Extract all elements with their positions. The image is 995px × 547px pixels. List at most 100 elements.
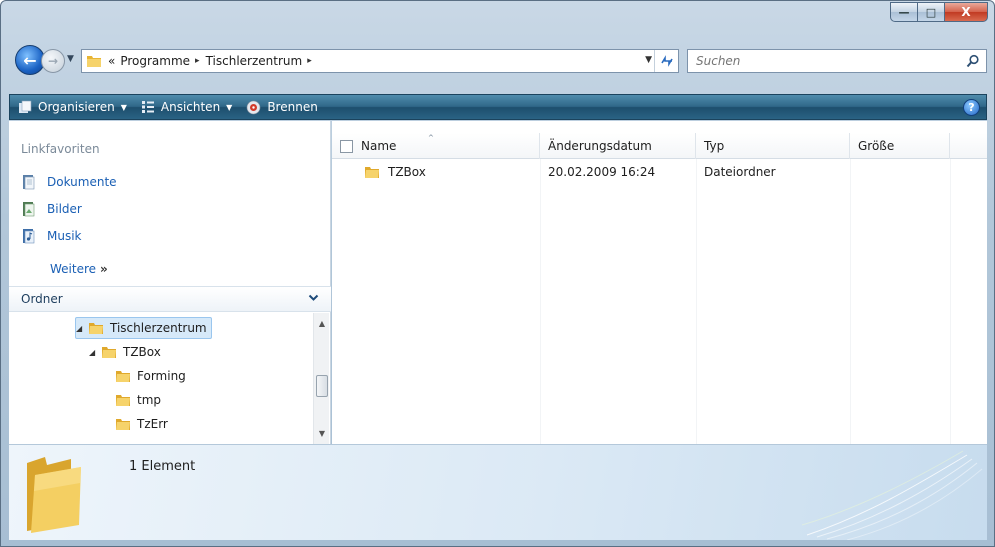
folder-icon — [116, 371, 130, 382]
column-header-row: Name ^ Änderungsdatum Typ Größe — [332, 133, 987, 159]
tree-item-label: TzErr — [137, 417, 168, 431]
views-dropdown-icon: ▼ — [226, 102, 233, 112]
address-dropdown-icon[interactable]: ▼ — [645, 55, 652, 65]
search-box[interactable] — [687, 49, 987, 73]
breadcrumb-separator-icon[interactable]: ▸ — [195, 56, 200, 66]
refresh-icon — [660, 55, 673, 67]
close-button[interactable]: X — [944, 2, 988, 22]
column-divider — [850, 159, 851, 444]
column-header-size[interactable]: Größe — [850, 133, 950, 159]
large-folder-icon — [27, 457, 81, 533]
window-controls: — □ X — [890, 2, 988, 22]
expanded-triangle-icon[interactable]: ◢ — [76, 324, 88, 333]
favorite-label: Musik — [47, 229, 82, 243]
column-label: Name — [361, 139, 397, 153]
search-icon[interactable] — [966, 54, 980, 68]
tree-item-forming[interactable]: Forming — [115, 365, 186, 387]
breadcrumb-programme[interactable]: Programme — [120, 54, 190, 68]
tree-item-label: tmp — [137, 393, 162, 407]
folder-icon — [365, 167, 379, 178]
file-name-cell[interactable]: TZBox — [332, 161, 540, 183]
search-input[interactable] — [696, 54, 946, 68]
file-type: Dateiordner — [704, 165, 776, 179]
scroll-down-icon[interactable]: ▼ — [314, 429, 330, 438]
column-divider — [950, 159, 951, 444]
file-list-pane: Name ^ Änderungsdatum Typ Größe TZBox 20… — [332, 121, 987, 444]
column-header-type[interactable]: Typ — [696, 133, 850, 159]
column-divider — [696, 159, 697, 444]
organize-dropdown-icon: ▼ — [120, 102, 127, 112]
tree-item-tischlerzentrum[interactable]: ◢ Tischlerzentrum — [75, 317, 212, 339]
back-arrow-icon: ← — [23, 50, 37, 70]
more-chevron-icon: » — [100, 262, 108, 276]
help-icon: ? — [968, 101, 975, 114]
explorer-window: — □ X ← → ▼ « Programme ▸ Tischlerzentru… — [0, 0, 995, 547]
column-header-date[interactable]: Änderungsdatum — [540, 133, 696, 159]
maximize-button[interactable]: □ — [917, 2, 944, 22]
music-icon — [23, 229, 35, 244]
folders-header-label: Ordner — [21, 292, 63, 306]
address-overflow[interactable]: « — [108, 54, 115, 68]
favorite-documents[interactable]: Dokumente — [21, 174, 117, 190]
minimize-icon: — — [898, 5, 910, 19]
refresh-button[interactable] — [654, 50, 678, 72]
tree-scrollbar[interactable]: ▲ ▼ — [313, 313, 329, 444]
views-label: Ansichten — [160, 100, 221, 114]
file-date-cell: 20.02.2009 16:24 — [540, 161, 696, 183]
favorite-label: Bilder — [47, 202, 82, 216]
expanded-triangle-icon[interactable]: ◢ — [89, 348, 101, 357]
burn-disc-icon — [247, 100, 261, 114]
recent-pages-dropdown[interactable]: ▼ — [67, 54, 74, 64]
navigation-bar: ← → ▼ « Programme ▸ Tischlerzentrum ▸ ▼ — [9, 45, 987, 75]
folder-icon — [89, 323, 103, 334]
select-all-checkbox[interactable] — [340, 139, 353, 153]
folders-header[interactable]: Ordner — [9, 286, 331, 312]
tree-item-label: Tischlerzentrum — [110, 321, 207, 335]
item-count: 1 Element — [129, 459, 196, 474]
file-name: TZBox — [388, 165, 426, 179]
sort-ascending-icon: ^ — [428, 134, 434, 142]
file-size-cell — [850, 161, 950, 183]
details-pane: 1 Element — [9, 444, 987, 540]
scrollbar-thumb[interactable] — [316, 375, 328, 397]
file-row[interactable]: TZBox 20.02.2009 16:24 Dateiordner — [332, 161, 950, 183]
tree-item-tmp[interactable]: tmp — [115, 389, 161, 411]
help-button[interactable]: ? — [963, 99, 980, 116]
favorite-pictures[interactable]: Bilder — [21, 201, 82, 217]
folder-icon — [116, 419, 130, 430]
pictures-icon — [23, 202, 35, 217]
organize-label: Organisieren — [38, 100, 115, 114]
address-bar[interactable]: « Programme ▸ Tischlerzentrum ▸ ▼ — [81, 49, 679, 73]
column-header-filler — [950, 133, 987, 159]
command-toolbar: Organisieren ▼ Ansichten ▼ Brennen ? — [9, 94, 987, 120]
views-icon — [141, 101, 154, 113]
column-divider — [540, 159, 541, 444]
forward-button[interactable]: → — [41, 49, 65, 73]
favorite-music[interactable]: Musik — [21, 228, 82, 244]
burn-button[interactable]: Brennen — [246, 100, 318, 115]
burn-label: Brennen — [267, 100, 318, 114]
tree-item-label: TZBox — [123, 345, 161, 359]
folder-icon — [102, 347, 116, 358]
breadcrumb-tischlerzentrum[interactable]: Tischlerzentrum — [206, 54, 303, 68]
folder-icon — [87, 56, 101, 67]
organize-icon — [19, 100, 32, 113]
column-label: Typ — [704, 139, 725, 153]
folder-icon — [116, 395, 130, 406]
more-favorites-link[interactable]: Weitere» — [50, 262, 108, 276]
decorative-streaks — [801, 450, 983, 540]
favorites-header: Linkfavoriten — [21, 142, 100, 156]
views-button[interactable]: Ansichten ▼ — [141, 100, 232, 114]
navigation-pane: Linkfavoriten Dokumente Bilder Musik Wei… — [9, 121, 331, 444]
close-icon: X — [961, 5, 971, 19]
tree-item-tzerr[interactable]: TzErr — [115, 413, 168, 435]
organize-button[interactable]: Organisieren ▼ — [18, 100, 127, 114]
file-date: 20.02.2009 16:24 — [548, 165, 656, 179]
forward-arrow-icon: → — [47, 54, 59, 68]
scroll-up-icon[interactable]: ▲ — [314, 319, 330, 328]
minimize-button[interactable]: — — [890, 2, 917, 22]
column-header-name[interactable]: Name ^ — [332, 133, 540, 159]
breadcrumb-separator-icon[interactable]: ▸ — [307, 56, 312, 66]
tree-item-tzbox[interactable]: ◢ TZBox — [89, 341, 161, 363]
file-type-cell: Dateiordner — [696, 161, 850, 183]
